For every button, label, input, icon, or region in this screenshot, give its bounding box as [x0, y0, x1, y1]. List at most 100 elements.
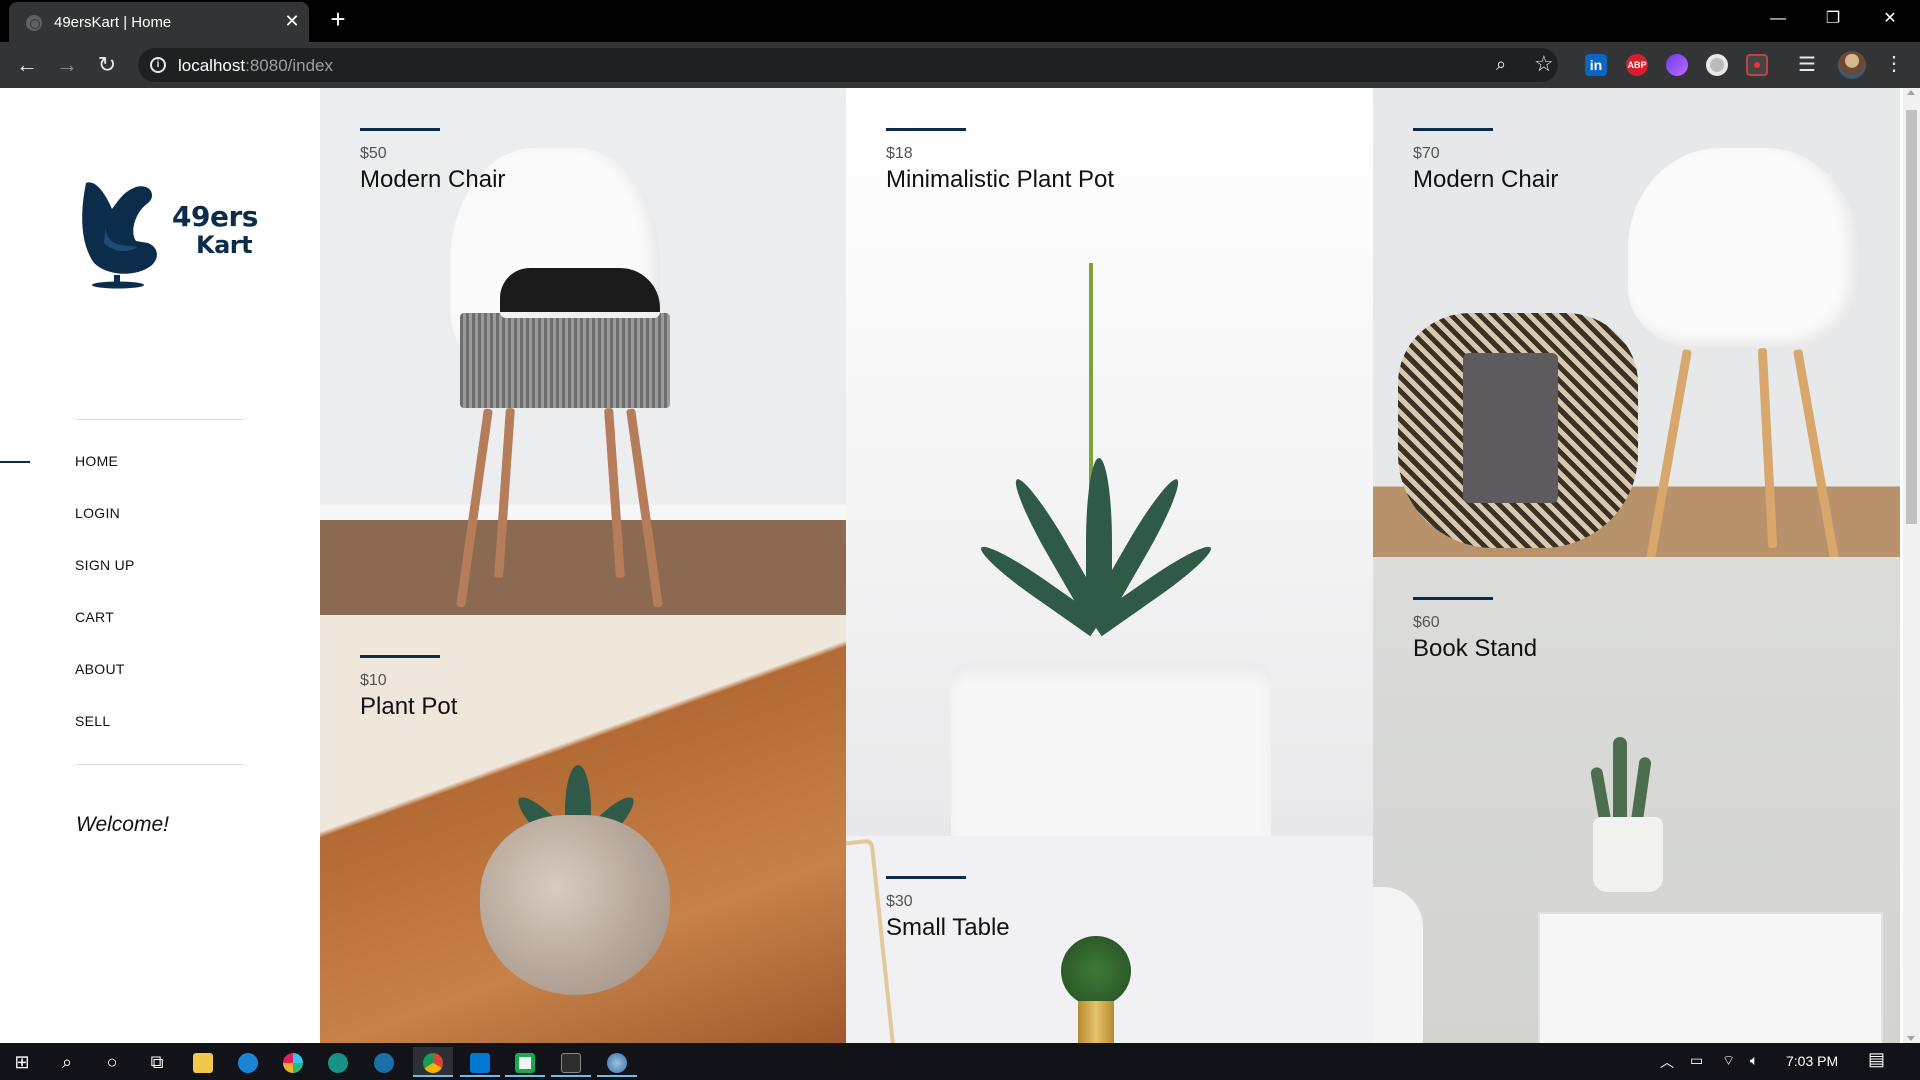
page-content: 49ers Kart HOME LOGIN SIGN UP CART ABOUT… [0, 88, 1920, 1043]
new-tab-button[interactable]: + [325, 6, 351, 33]
scroll-thumb[interactable] [1906, 110, 1917, 524]
sidebar: 49ers Kart HOME LOGIN SIGN UP CART ABOUT… [0, 88, 320, 1043]
site-logo[interactable]: 49ers Kart [78, 173, 258, 303]
task-view-icon[interactable]: ⧉ [137, 1047, 177, 1077]
bookmark-star-icon[interactable]: ☆ [1534, 51, 1554, 77]
product-image [1628, 148, 1858, 348]
circle-icon[interactable] [1706, 54, 1728, 76]
forward-arrow-icon[interactable]: → [52, 50, 82, 80]
file-explorer-icon[interactable] [183, 1047, 223, 1077]
other-app-icon[interactable] [597, 1047, 637, 1077]
notification-icon[interactable]: ▤ [1868, 1049, 1885, 1070]
restore-window-button[interactable]: ❐ [1805, 0, 1861, 40]
gitkraken-icon[interactable] [318, 1047, 358, 1077]
close-tab-icon[interactable]: ✕ [281, 10, 303, 32]
url-text[interactable]: localhost:8080/index [178, 56, 333, 76]
product-tile-modern-chair[interactable]: $50 Modern Chair [320, 88, 846, 615]
accent-bar [886, 128, 966, 131]
product-tile-small-table[interactable]: $30 Small Table [846, 836, 1373, 1043]
product-name: Small Table [886, 914, 1010, 941]
chair-leg [1793, 348, 1842, 557]
browser-toolbar: ← → ↻ i localhost:8080/index ⌕ ☆ in ABP … [0, 42, 1920, 88]
product-image [480, 815, 670, 995]
logo-text: 49ers Kart [172, 200, 258, 260]
nav-login[interactable]: LOGIN [75, 493, 135, 545]
menu-kebab-icon[interactable]: ⋮ [1884, 51, 1904, 76]
globe-icon [26, 15, 42, 31]
adblock-icon[interactable]: ABP [1626, 54, 1648, 76]
nav-home[interactable]: HOME [75, 441, 135, 493]
media-control-icon[interactable]: ☰ [1798, 52, 1816, 77]
screen-record-icon[interactable] [1746, 54, 1768, 76]
product-image [1538, 912, 1883, 1043]
product-name: Plant Pot [360, 693, 458, 720]
nav-sell[interactable]: SELL [75, 701, 135, 753]
welcome-text: Welcome! [76, 813, 169, 836]
product-name: Modern Chair [360, 166, 506, 193]
product-tile-modern-chair-2[interactable]: $70 Modern Chair [1373, 88, 1900, 557]
product-name: Minimalistic Plant Pot [886, 166, 1115, 193]
product-name: Book Stand [1413, 635, 1538, 662]
info-icon[interactable]: i [150, 57, 166, 73]
wifi-icon[interactable]: ⌔ [1722, 1052, 1735, 1070]
chair-shape [1373, 887, 1423, 1043]
nav-sign-up[interactable]: SIGN UP [75, 545, 135, 597]
address-bar[interactable]: i localhost:8080/index ⌕ ☆ [138, 48, 1558, 82]
nav-cart[interactable]: CART [75, 597, 135, 649]
minimize-window-button[interactable]: — [1750, 0, 1806, 40]
accent-bar [1413, 597, 1493, 600]
os-taskbar: ⊞ ⌕ ○ ⧉ ︿ ▭ ⌔ 🔈︎ 7:03 PM ▤ [0, 1043, 1920, 1080]
profile-avatar[interactable] [1838, 51, 1866, 79]
vscode-icon[interactable] [460, 1047, 500, 1077]
chevron-up-icon[interactable]: ︿ [1660, 1052, 1674, 1072]
chair-leg [456, 408, 493, 608]
pen-icon[interactable] [1666, 54, 1688, 76]
linkedin-icon[interactable]: in [1585, 54, 1607, 76]
browser-tab[interactable]: 49ersKart | Home ✕ [9, 2, 309, 42]
product-price: $60 [1413, 614, 1440, 631]
volume-icon[interactable]: 🔈︎ [1750, 1052, 1758, 1069]
product-tile-minimalistic-plant-pot[interactable]: $18 Minimalistic Plant Pot [846, 88, 1373, 836]
windows-start-icon[interactable]: ⊞ [2, 1047, 42, 1077]
divider [75, 419, 245, 420]
zoom-icon[interactable]: ⌕ [1496, 54, 1506, 75]
cactus [1613, 737, 1627, 827]
accent-bar [1413, 128, 1493, 131]
nav-about[interactable]: ABOUT [75, 649, 135, 701]
product-image [1061, 936, 1131, 1006]
terminal-icon[interactable] [551, 1047, 591, 1077]
back-arrow-icon[interactable]: ← [12, 50, 42, 80]
product-price: $10 [360, 672, 387, 689]
towel-shape [1463, 353, 1558, 503]
product-price: $30 [886, 893, 913, 910]
divider [75, 764, 245, 765]
search-icon[interactable]: ⌕ [47, 1047, 87, 1077]
egg-chair-icon [82, 182, 157, 289]
scroll-up-arrow-icon[interactable] [1907, 90, 1915, 95]
mongodb-compass-icon[interactable] [505, 1047, 545, 1077]
cortana-icon[interactable]: ○ [92, 1047, 132, 1077]
product-tile-plant-pot[interactable]: $10 Plant Pot [320, 615, 846, 1043]
scroll-down-arrow-icon[interactable] [1907, 1036, 1915, 1041]
chrome-icon[interactable] [413, 1047, 453, 1077]
accent-bar [360, 128, 440, 131]
close-window-button[interactable]: ✕ [1862, 0, 1918, 40]
chair-leg [604, 407, 625, 579]
clock[interactable]: 7:03 PM [1786, 1053, 1838, 1069]
product-tile-book-stand[interactable]: $60 Book Stand [1373, 557, 1900, 1043]
flower-stem [1089, 263, 1093, 493]
product-price: $70 [1413, 145, 1440, 162]
reload-icon[interactable]: ↻ [92, 50, 122, 80]
main-nav: HOME LOGIN SIGN UP CART ABOUT SELL [75, 441, 135, 753]
battery-icon[interactable]: ▭ [1690, 1052, 1703, 1069]
sneaker-shape [500, 268, 660, 318]
small-pot [1593, 817, 1663, 892]
page-scrollbar[interactable] [1903, 88, 1920, 1043]
accent-bar [360, 655, 440, 658]
tab-title: 49ersKart | Home [54, 14, 172, 31]
product-price: $50 [360, 145, 387, 162]
edge-icon[interactable] [228, 1047, 268, 1077]
slack-icon[interactable] [273, 1047, 313, 1077]
chair-leg [626, 408, 663, 608]
steam-icon[interactable] [364, 1047, 404, 1077]
